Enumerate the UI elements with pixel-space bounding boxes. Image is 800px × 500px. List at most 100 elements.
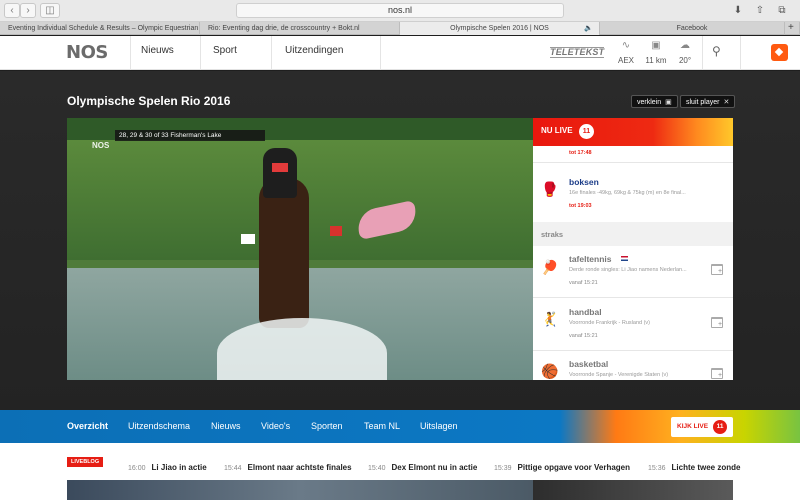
weather-label: 20° [678, 56, 692, 65]
logo-text: NOS [66, 42, 108, 63]
add-to-calendar-icon[interactable] [711, 368, 723, 379]
upcoming-item-when: vanaf 15:21 [569, 333, 598, 339]
red-flag [330, 226, 342, 236]
upcoming-item-desc: Derde ronde singles: Li Jiao namens Nede… [569, 267, 687, 273]
upcoming-item-title: basketbal [569, 359, 609, 369]
ticker-time: 15:39 [494, 465, 512, 472]
aex-widget[interactable]: ∿ AEX [611, 40, 641, 65]
browser-tab[interactable]: Eventing Individual Schedule & Results –… [0, 22, 200, 35]
nav-divider [271, 36, 272, 70]
water-splash [217, 318, 387, 380]
basketball-icon: 🏀 [541, 363, 559, 379]
traffic-widget[interactable]: ▣ 11 km [641, 40, 671, 65]
ticker-item[interactable]: 16:00 Li Jiao in actie [128, 457, 207, 475]
ticker-text: Dex Elmont nu in actie [391, 463, 478, 472]
nav-divider [740, 36, 741, 70]
add-to-calendar-icon[interactable] [711, 317, 723, 328]
kijk-live-label: KIJK LIVE [677, 423, 709, 430]
broadcast-overlay: 28, 29 & 30 of 33 Fisherman's Lake [115, 130, 265, 141]
ticker-item[interactable]: 15:39 Pittige opgave voor Verhagen [494, 457, 630, 475]
ticker-text: Elmont naar achtste finales [247, 463, 352, 472]
close-icon: ✕ [723, 99, 730, 106]
sidebar-toggle-icon[interactable]: ◫ [40, 3, 60, 18]
nu-live-count: 11 [579, 124, 594, 139]
ticker-item[interactable]: 15:40 Dex Elmont nu in actie [368, 457, 477, 475]
rider-bib [272, 163, 288, 172]
browser-tab[interactable]: Rio: Eventing dag drie, de crosscountry … [200, 22, 400, 35]
liveblog-badge[interactable]: LIVEBLOG [67, 457, 104, 467]
divider [533, 350, 733, 351]
teletekst-link[interactable]: TELETEKST [550, 47, 605, 58]
kijk-live-button[interactable]: KIJK LIVE 11 [671, 417, 733, 437]
search-icon[interactable]: ⚲ [712, 44, 721, 58]
subnav-videos[interactable]: Video's [261, 421, 290, 431]
subnav-nieuws[interactable]: Nieuws [211, 421, 241, 431]
nav-divider [200, 36, 201, 70]
live-item-time: tot 19:03 [569, 203, 592, 209]
divider [533, 162, 733, 163]
upcoming-item-desc: Voorronde Frankrijk - Rusland (v) [569, 320, 651, 326]
live-item-time: tot 17:48 [569, 150, 592, 156]
upcoming-item-title: handbal [569, 307, 602, 317]
ticker-time: 15:36 [648, 465, 666, 472]
address-bar[interactable]: nos.nl [236, 3, 564, 18]
news-card-image[interactable] [533, 480, 733, 500]
ticker-text: Pittige opgave voor Verhagen [517, 463, 631, 472]
nos-logo[interactable]: NOS [66, 42, 108, 63]
add-to-calendar-icon[interactable] [711, 264, 723, 275]
video-player[interactable]: 28, 29 & 30 of 33 Fisherman's Lake NOS [67, 118, 533, 380]
browser-tab-label: Eventing Individual Schedule & Results –… [8, 25, 199, 32]
ticker-time: 16:00 [128, 465, 146, 472]
traffic-label: 11 km [645, 56, 667, 65]
subnav-uitzendschema[interactable]: Uitzendschema [128, 421, 190, 431]
speaker-icon[interactable]: 🔈 [584, 22, 593, 35]
verklein-button[interactable]: verklein ▣ [631, 95, 678, 108]
nav-sport[interactable]: Sport [213, 45, 237, 56]
nos-app-icon[interactable] [771, 44, 788, 61]
browser-toolbar: ‹ › ◫ nos.nl ⬇ ⇧ ⧉ [0, 0, 800, 22]
live-item-title: boksen [569, 177, 599, 187]
browser-tab-active[interactable]: Olympische Spelen 2016 | NOS 🔈 [400, 22, 600, 35]
back-button[interactable]: ‹ [4, 3, 20, 18]
ticker-item[interactable]: 15:44 Elmont naar achtste finales [224, 457, 352, 475]
sluit-player-label: sluit player [686, 99, 720, 106]
nav-uitzendingen[interactable]: Uitzendingen [285, 45, 343, 56]
upcoming-item-when: vanaf 15:21 [569, 280, 598, 286]
nav-divider [380, 36, 381, 70]
subnav-sporten[interactable]: Sporten [311, 421, 343, 431]
liveblog-ticker: LIVEBLOG 16:00 Li Jiao in actie 15:44 Elmo… [0, 443, 800, 480]
ticker-time: 15:44 [224, 465, 242, 472]
aex-label: AEX [617, 56, 634, 65]
new-tab-button[interactable]: + [785, 22, 800, 35]
nav-nieuws[interactable]: Nieuws [141, 45, 174, 56]
weather-widget[interactable]: ☁ 20° [670, 40, 700, 65]
nav-divider [130, 36, 131, 70]
ticker-text: Li Jiao in actie [151, 463, 207, 472]
subnav-overzicht[interactable]: Overzicht [67, 421, 108, 431]
kijk-live-count: 11 [713, 420, 727, 434]
download-icon[interactable]: ⬇ [730, 3, 746, 18]
minimize-icon: ▣ [665, 99, 672, 106]
browser-tab-label: Rio: Eventing dag drie, de crosscountry … [208, 25, 360, 32]
netherlands-flag-icon [621, 256, 628, 261]
horse [259, 178, 309, 328]
nu-live-header: NU LIVE 11 [533, 118, 733, 146]
share-icon[interactable]: ⇧ [752, 3, 768, 18]
browser-tab[interactable]: Facebook [600, 22, 785, 35]
news-card-image[interactable] [67, 480, 533, 500]
car-icon: ▣ [651, 40, 661, 51]
tabs-overview-icon[interactable]: ⧉ [774, 3, 790, 18]
forward-button[interactable]: › [20, 3, 36, 18]
subnav-uitslagen[interactable]: Uitslagen [420, 421, 458, 431]
upcoming-item-title: tafeltennis [569, 254, 612, 264]
ticker-item[interactable]: 15:36 Lichte twee zonde [648, 457, 740, 475]
nu-live-label: NU LIVE [541, 126, 573, 135]
table-tennis-icon: 🏓 [541, 259, 559, 275]
ticker-text: Lichte twee zonde [671, 463, 741, 472]
sluit-player-button[interactable]: sluit player ✕ [680, 95, 736, 108]
chart-icon: ∿ [621, 40, 631, 51]
subnav-team-nl[interactable]: Team NL [364, 421, 400, 431]
divider [533, 297, 733, 298]
browser-tab-bar: Eventing Individual Schedule & Results –… [0, 22, 800, 35]
ticker-time: 15:40 [368, 465, 386, 472]
